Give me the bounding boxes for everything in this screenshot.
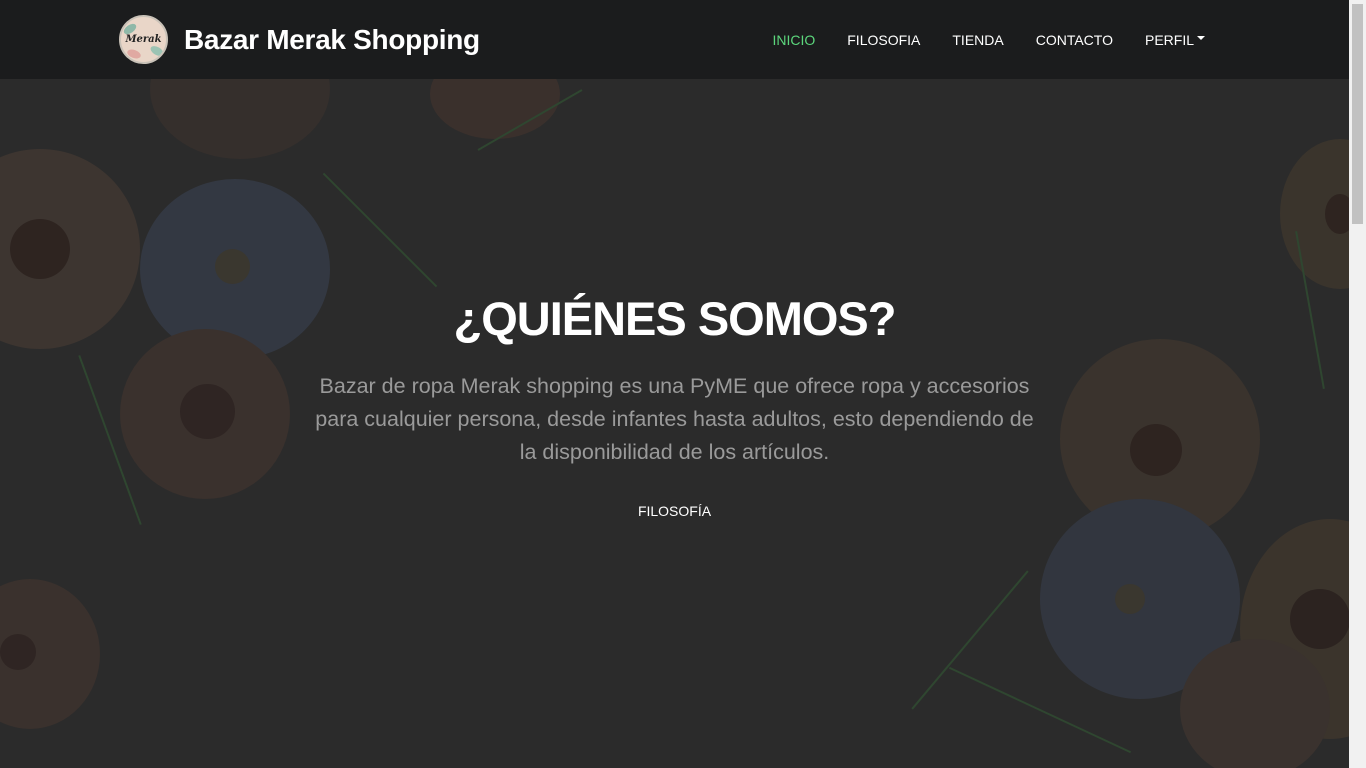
branch-decoration: [911, 570, 1029, 710]
flower-center-decoration: [1290, 589, 1349, 649]
main-nav: INICIO FILOSOFIA TIENDA CONTACTO PERFIL: [740, 0, 1205, 79]
flower-decoration: [150, 79, 330, 159]
flower-center-decoration: [0, 634, 36, 670]
nav-dropdown-perfil[interactable]: PERFIL: [1145, 32, 1205, 48]
nav-dropdown-label: PERFIL: [1144, 31, 1194, 48]
nav-link-tienda[interactable]: TIENDA: [952, 32, 1003, 48]
brand-name[interactable]: Bazar Merak Shopping: [184, 24, 480, 56]
flower-center-decoration: [10, 219, 70, 279]
leaf-decoration: [148, 44, 166, 58]
hero-title: ¿QUIÉNES SOMOS?: [453, 292, 897, 345]
vertical-scrollbar[interactable]: [1349, 0, 1366, 768]
hero-content: ¿QUIÉNES SOMOS? Bazar de ropa Merak shop…: [0, 291, 1349, 521]
leaf-decoration: [126, 47, 142, 61]
nav-link-contacto[interactable]: CONTACTO: [1036, 32, 1113, 48]
brand-logo: Merak: [119, 15, 168, 64]
nav-link-filosofia[interactable]: FILOSOFIA: [847, 32, 920, 48]
flower-center-decoration: [1325, 194, 1349, 234]
nav-link-inicio[interactable]: INICIO: [772, 32, 815, 48]
flower-center-decoration: [1115, 584, 1145, 614]
logo-text: Merak: [125, 34, 162, 45]
caret-down-icon: [1197, 36, 1205, 40]
hero-description: Bazar de ropa Merak shopping es una PyME…: [315, 374, 1034, 464]
navbar: Merak Bazar Merak Shopping INICIO FILOSO…: [0, 0, 1349, 79]
scrollbar-thumb[interactable]: [1352, 4, 1363, 224]
flower-decoration: [1180, 639, 1330, 768]
brand-link[interactable]: Merak Bazar Merak Shopping: [119, 15, 480, 64]
branch-decoration: [322, 172, 438, 288]
hero-section: ¿QUIÉNES SOMOS? Bazar de ropa Merak shop…: [0, 79, 1349, 768]
flower-center-decoration: [215, 249, 250, 284]
filosofia-link[interactable]: FILOSOFÍA: [638, 503, 711, 519]
flower-decoration: [430, 79, 560, 139]
